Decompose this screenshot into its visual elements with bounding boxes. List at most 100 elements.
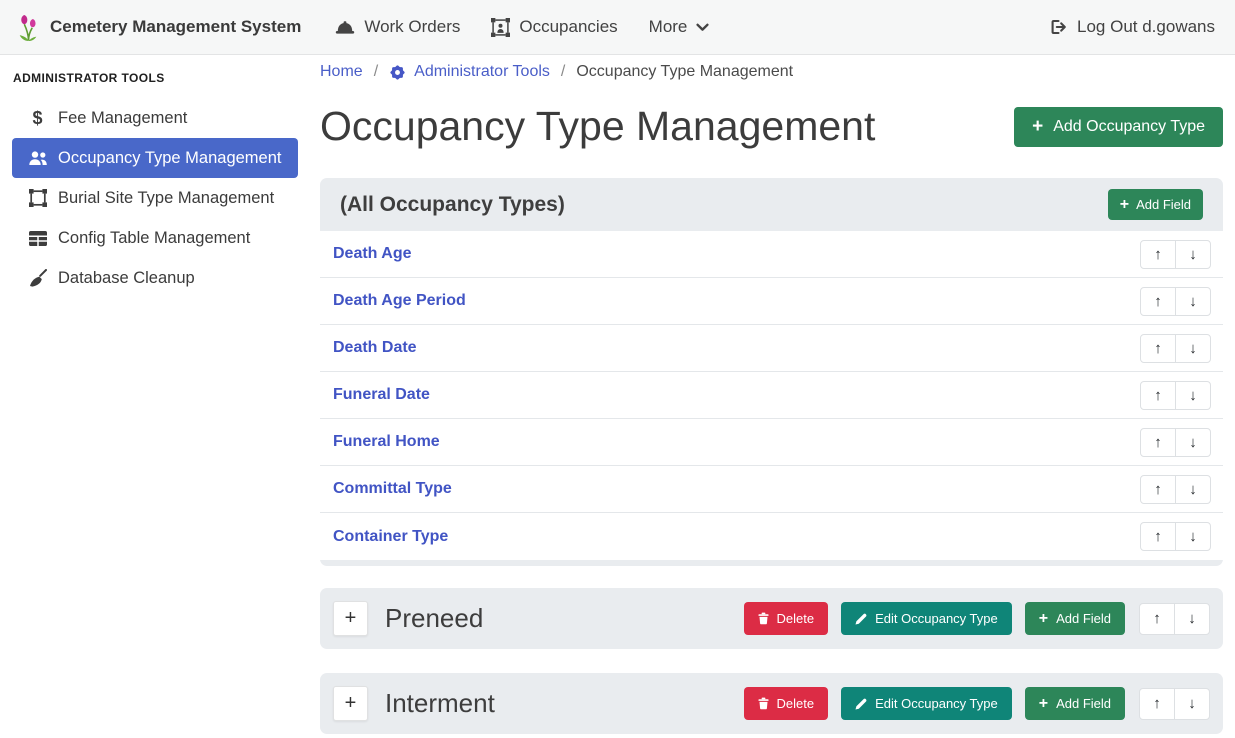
down-arrow-icon: ↓ [1189,340,1197,357]
reorder-arrow-group: ↑ ↓ [1139,688,1210,720]
app-brand[interactable]: Cemetery Management System [16,13,301,42]
add-field-button-label: Add Field [1056,696,1111,711]
nav-more-label: More [649,17,688,37]
move-up-button[interactable]: ↑ [1139,603,1175,635]
field-row: Death Date ↑ ↓ [320,325,1223,372]
down-arrow-icon: ↓ [1189,293,1197,310]
nav-work-orders-label: Work Orders [364,17,460,37]
occupancy-type-section: + Preneed Delete [320,588,1223,649]
title-row: Occupancy Type Management + Add Occupanc… [320,101,1223,152]
field-link[interactable]: Container Type [333,528,448,546]
move-up-button[interactable]: ↑ [1140,287,1176,316]
reorder-arrow-group: ↑ ↓ [1140,428,1211,457]
move-down-button[interactable]: ↓ [1174,688,1210,720]
move-down-button[interactable]: ↓ [1175,334,1211,363]
edit-button-label: Edit Occupancy Type [875,696,998,711]
logout-button[interactable]: Log Out d.gowans [1050,17,1215,37]
logout-label: Log Out d.gowans [1077,17,1215,37]
move-down-button[interactable]: ↓ [1175,428,1211,457]
move-up-button[interactable]: ↑ [1140,334,1176,363]
nav-work-orders[interactable]: Work Orders [335,17,460,37]
field-list: Death Age ↑ ↓ Death Age Period ↑ ↓ Death… [320,231,1223,560]
breadcrumb-current: Occupancy Type Management [576,63,793,81]
add-field-button[interactable]: + Add Field [1108,189,1203,220]
delete-button-label: Delete [777,611,815,626]
hard-hat-icon [335,20,355,35]
up-arrow-icon: ↑ [1154,387,1162,404]
delete-button[interactable]: Delete [744,602,829,635]
add-occupancy-type-button[interactable]: + Add Occupancy Type [1014,107,1223,147]
move-up-button[interactable]: ↑ [1140,381,1176,410]
up-arrow-icon: ↑ [1154,293,1162,310]
sidebar-item-config-table-management[interactable]: Config Table Management [12,218,298,258]
expand-section-button[interactable]: + [333,601,368,636]
users-icon [26,150,49,166]
field-row: Death Age ↑ ↓ [320,231,1223,278]
section-buttons: Delete Edit Occupancy Type + Add Field [744,687,1125,720]
expand-section-button[interactable]: + [333,686,368,721]
field-link[interactable]: Death Date [333,339,417,357]
down-arrow-icon: ↓ [1189,246,1197,263]
up-arrow-icon: ↑ [1153,695,1161,712]
edit-occupancy-type-button[interactable]: Edit Occupancy Type [841,602,1012,635]
down-arrow-icon: ↓ [1188,610,1196,627]
reorder-arrow-group: ↑ ↓ [1140,334,1211,363]
reorder-arrow-group: ↑ ↓ [1139,603,1210,635]
sidebar-item-fee-management[interactable]: $ Fee Management [12,98,298,138]
reorder-arrow-group: ↑ ↓ [1140,475,1211,504]
trash-icon [758,612,769,625]
up-arrow-icon: ↑ [1154,528,1162,545]
nav-more[interactable]: More [649,17,710,37]
down-arrow-icon: ↓ [1189,387,1197,404]
section-title: Preneed [385,603,483,634]
move-up-button[interactable]: ↑ [1140,522,1176,551]
field-row: Funeral Home ↑ ↓ [320,419,1223,466]
move-down-button[interactable]: ↓ [1175,287,1211,316]
sidebar-item-label: Fee Management [58,109,187,128]
move-down-button[interactable]: ↓ [1174,603,1210,635]
move-up-button[interactable]: ↑ [1140,240,1176,269]
sections: + Preneed Delete [320,588,1223,734]
nav-occupancies[interactable]: Occupancies [491,17,617,37]
dollar-icon: $ [26,108,49,129]
add-field-label: Add Field [1136,197,1191,212]
down-arrow-icon: ↓ [1188,695,1196,712]
field-link[interactable]: Funeral Date [333,386,430,404]
sidebar-item-burial-site-type-management[interactable]: Burial Site Type Management [12,178,298,218]
add-field-button[interactable]: + Add Field [1025,602,1125,635]
field-link[interactable]: Funeral Home [333,433,440,451]
sign-out-icon [1050,19,1068,35]
reorder-arrow-group: ↑ ↓ [1140,522,1211,551]
plus-icon: + [345,692,357,715]
field-link[interactable]: Committal Type [333,480,452,498]
sidebar-heading: ADMINISTRATOR TOOLS [0,61,310,98]
add-field-button[interactable]: + Add Field [1025,687,1125,720]
gear-icon [389,64,406,81]
sidebar-item-database-cleanup[interactable]: Database Cleanup [12,258,298,298]
move-down-button[interactable]: ↓ [1175,522,1211,551]
sidebar-item-occupancy-type-management[interactable]: Occupancy Type Management [12,138,298,178]
edit-occupancy-type-button[interactable]: Edit Occupancy Type [841,687,1012,720]
page-title: Occupancy Type Management [320,101,875,152]
move-up-button[interactable]: ↑ [1139,688,1175,720]
broom-icon [26,269,49,287]
plus-icon: + [1120,196,1129,214]
move-down-button[interactable]: ↓ [1175,240,1211,269]
vector-square-icon [26,189,49,207]
field-link[interactable]: Death Age Period [333,292,466,310]
field-link[interactable]: Death Age [333,245,412,263]
plus-icon: + [1039,610,1048,628]
breadcrumb-home-link[interactable]: Home [320,63,363,81]
occupancy-type-section: + Interment Delete [320,673,1223,734]
move-down-button[interactable]: ↓ [1175,381,1211,410]
breadcrumb-separator: / [561,63,565,81]
move-down-button[interactable]: ↓ [1175,475,1211,504]
delete-button[interactable]: Delete [744,687,829,720]
down-arrow-icon: ↓ [1189,481,1197,498]
move-up-button[interactable]: ↑ [1140,475,1176,504]
move-up-button[interactable]: ↑ [1140,428,1176,457]
all-occupancy-types-card: (All Occupancy Types) + Add Field Death … [320,178,1223,566]
breadcrumb-admin-tools-link[interactable]: Administrator Tools [389,63,550,81]
add-field-button-label: Add Field [1056,611,1111,626]
pencil-icon [855,698,867,710]
